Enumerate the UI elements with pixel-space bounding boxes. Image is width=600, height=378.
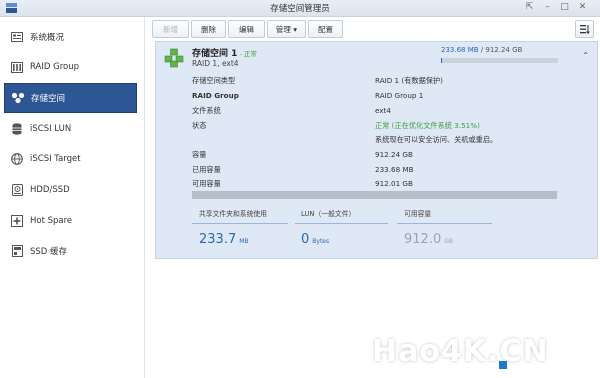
stat-label: 可用容量 (404, 210, 432, 218)
watermark-dot (499, 361, 507, 369)
stat-value-free: 912.0 GB (404, 232, 453, 247)
volume-title: 存储空间 1 - 正常 (192, 46, 257, 59)
detail-label: 存储空间类型 (192, 76, 236, 85)
detail-value: 912.24 GB (375, 150, 413, 159)
detail-value: ext4 (375, 106, 391, 115)
detail-value-note: 系统现在可以安全访问、关机或重启。 (375, 135, 498, 144)
stat-unit: MB (239, 238, 249, 245)
detail-label: 文件系统 (192, 106, 221, 115)
sidebar-item-iscsi-lun[interactable]: iSCSI LUN (4, 116, 135, 142)
detail-label: 可用容量 (192, 179, 221, 188)
window-title: 存储空间管理员 (270, 4, 330, 14)
stat-label: 共享文件夹和系统使用 (199, 210, 267, 218)
manage-dropdown-button[interactable]: 管理 ▾ (267, 20, 306, 38)
collapse-chevron-icon[interactable]: ⌃ (582, 51, 589, 60)
sort-button[interactable] (575, 20, 594, 38)
volume-subtitle: RAID 1, ext4 (192, 59, 239, 68)
toolbar: 新增 删除 编辑 管理 ▾ 配置 (152, 20, 596, 38)
used-capacity-text: 233.68 MB (441, 46, 479, 54)
sidebar-item-label: iSCSI LUN (30, 124, 72, 134)
sidebar: 系统概况 RAID Group 存储空间 iSCSI LUN iSCSI Tar… (0, 17, 145, 378)
detail-label: 状态 (192, 121, 207, 130)
detail-value: 233.68 MB (375, 165, 414, 174)
usage-bar-fill (441, 58, 442, 63)
sidebar-item-label: RAID Group (30, 62, 80, 72)
stat-unit: GB (444, 238, 453, 245)
window-titlebar: 存储空间管理员 ⇱ – □ ✕ (0, 0, 600, 17)
sidebar-item-hdd-ssd[interactable]: HDD/SSD (4, 177, 135, 203)
sort-list-icon (579, 24, 590, 34)
detail-value-status: 正常 (正在优化文件系统 3.51%) (375, 121, 480, 130)
pin-icon[interactable]: ⇱ (524, 2, 535, 12)
sidebar-item-overview[interactable]: 系统概况 (4, 24, 135, 50)
detail-label: 容量 (192, 150, 207, 159)
stat-number: 912.0 (404, 232, 442, 247)
stat-number: 0 (301, 232, 310, 247)
iscsi-lun-icon (10, 123, 24, 135)
detail-value: RAID Group 1 (375, 91, 424, 100)
watermark-text: Hao4K.CN (372, 334, 549, 369)
detail-value: RAID 1 (有数据保护) (375, 76, 443, 85)
volume-name: 存储空间 1 (192, 49, 238, 59)
close-icon[interactable]: ✕ (577, 2, 588, 12)
stat-underline (295, 223, 388, 224)
stat-number: 233.7 (199, 232, 237, 247)
sidebar-item-iscsi-target[interactable]: iSCSI Target (4, 146, 135, 172)
stat-unit: Bytes (312, 238, 330, 245)
detail-label: 已用容量 (192, 165, 221, 174)
sidebar-item-label: iSCSI Target (30, 154, 81, 164)
sidebar-item-label: Hot Spare (30, 216, 73, 226)
edit-button[interactable]: 编辑 (228, 20, 265, 38)
new-button[interactable]: 新增 (152, 20, 189, 38)
sidebar-item-hot-spare[interactable]: Hot Spare (4, 208, 135, 234)
storage-volume-icon (11, 92, 25, 104)
iscsi-target-icon (10, 153, 24, 165)
stat-value-lun: 0 Bytes (301, 232, 329, 247)
config-button[interactable]: 配置 (308, 20, 343, 38)
sidebar-item-ssd-cache[interactable]: SSD 缓存 (4, 238, 135, 264)
sidebar-item-label: HDD/SSD (30, 185, 70, 195)
sidebar-item-label: 存储空间 (31, 94, 66, 104)
stat-underline (397, 223, 492, 224)
sidebar-item-storage-volume[interactable]: 存储空间 (4, 83, 137, 113)
detail-value: 912.01 GB (375, 179, 413, 188)
detail-label: RAID Group (192, 91, 239, 100)
delete-button[interactable]: 删除 (191, 20, 226, 38)
stat-label: LUN（一般文件） (301, 210, 356, 218)
total-capacity-text: / 912.24 GB (478, 46, 523, 54)
volume-cubes-icon (164, 48, 184, 68)
volume-status-inline: - 正常 (237, 50, 257, 58)
hot-spare-icon (10, 215, 24, 227)
hdd-icon (10, 184, 24, 196)
overview-icon (10, 31, 24, 43)
capacity-divider-bar (192, 191, 557, 199)
maximize-icon[interactable]: □ (559, 2, 570, 12)
stat-underline (192, 223, 288, 224)
usage-text: 233.68 MB / 912.24 GB (441, 46, 522, 54)
watermark: Hao4K.CN (362, 328, 600, 378)
stat-value-shared: 233.7 MB (199, 232, 249, 247)
usage-bar (441, 58, 558, 63)
minimize-icon[interactable]: – (542, 2, 553, 12)
ssd-cache-icon (10, 245, 24, 257)
sidebar-item-label: 系统概况 (30, 33, 65, 43)
sidebar-item-label: SSD 缓存 (30, 247, 68, 257)
sidebar-item-raid-group[interactable]: RAID Group (4, 54, 135, 80)
raid-group-icon (10, 61, 24, 73)
volume-panel[interactable]: 存储空间 1 - 正常 RAID 1, ext4 233.68 MB / 912… (155, 41, 598, 259)
